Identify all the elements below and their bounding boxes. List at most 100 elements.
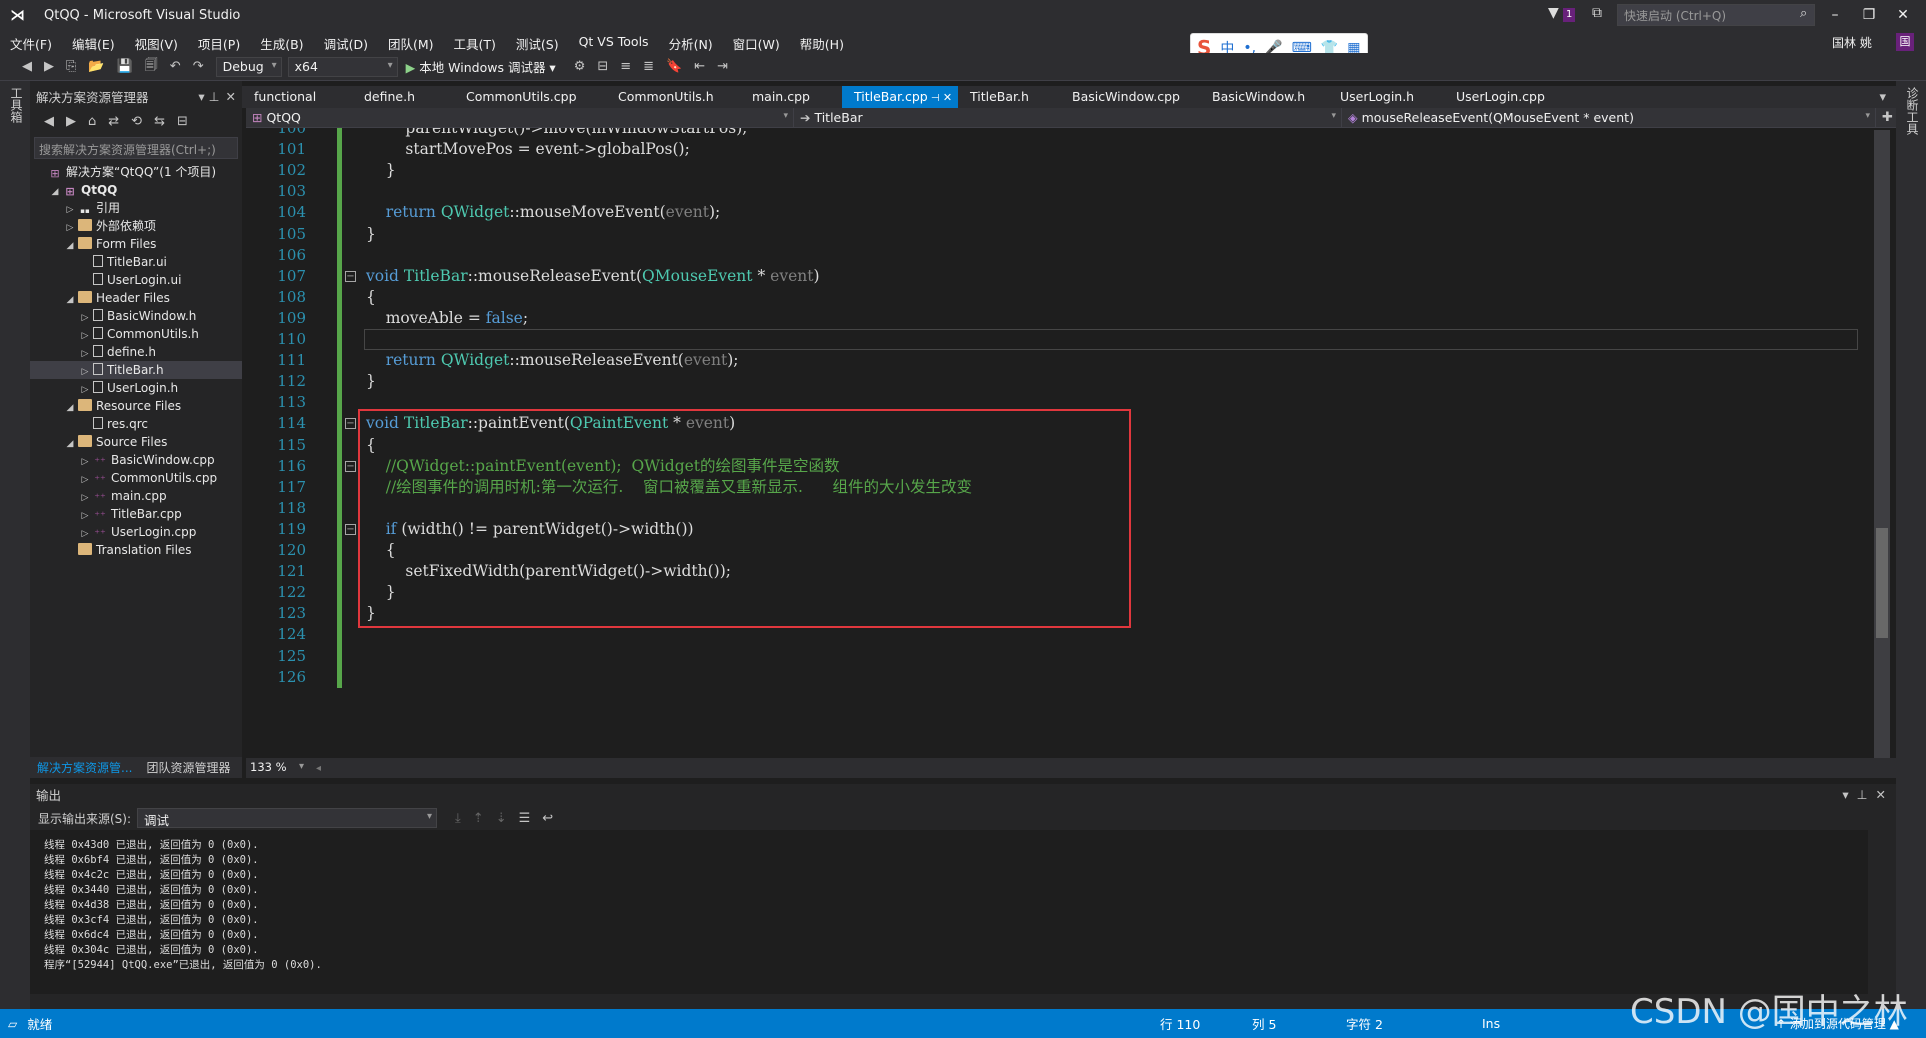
quick-launch-input[interactable]: 快速启动 (Ctrl+Q) — [1617, 4, 1815, 26]
tree-node[interactable]: ▷ ⁺⁺ CommonUtils.cpp — [30, 469, 242, 487]
menu-edit[interactable]: 编辑(E) — [62, 31, 125, 53]
tree-node[interactable]: ◢ Source Files — [30, 433, 242, 451]
menu-debug[interactable]: 调试(D) — [314, 31, 378, 53]
open-folder-icon[interactable]: 📂 — [88, 59, 104, 74]
start-debugging-button[interactable]: ▶ 本地 Windows 调试器 ▾ — [406, 57, 556, 76]
tree-node[interactable]: ▷ 外部依赖项 — [30, 217, 242, 235]
pin-icon[interactable]: ⊥ — [1857, 787, 1868, 802]
tab-solution-explorer[interactable]: 解决方案资源管... — [30, 756, 139, 779]
menu-test[interactable]: 测试(S) — [506, 31, 569, 53]
clear-all-icon[interactable]: ☰ — [519, 811, 531, 826]
new-project-icon[interactable]: ⎘ — [66, 59, 76, 74]
fold-toggle-icon[interactable]: − — [345, 270, 356, 282]
forward-icon[interactable]: ▶ — [66, 114, 76, 129]
home-icon[interactable]: ⌂ — [88, 114, 96, 129]
output-source-select[interactable]: 调试 — [137, 808, 438, 828]
comment-icon[interactable]: ≡ — [620, 59, 631, 74]
diagnostics-tab[interactable]: 诊断工具 — [1904, 87, 1921, 135]
tab-titlebar-h[interactable]: TitleBar.h — [958, 86, 1060, 108]
tree-node[interactable]: UserLogin.ui — [30, 271, 242, 289]
menu-help[interactable]: 帮助(H) — [790, 31, 854, 53]
menu-team[interactable]: 团队(M) — [378, 31, 444, 53]
menu-tools[interactable]: 工具(T) — [444, 31, 506, 53]
tab-commonutils-h[interactable]: CommonUtils.h — [606, 86, 740, 108]
code-editor[interactable]: 100 101 102 103 104 105 106 107 108 109 110 111 112 1… — [246, 128, 1878, 758]
find-message-icon[interactable]: ⤓ — [455, 811, 461, 826]
tab-main-cpp[interactable]: main.cpp — [740, 86, 842, 108]
fold-toggle-icon[interactable]: − — [345, 418, 356, 430]
tree-node[interactable]: ▷ TitleBar.h — [30, 361, 242, 379]
output-text[interactable]: 线程 0x43d0 已退出, 返回值为 0 (0x0). 线程 0x6bf4 已退… — [30, 830, 1868, 994]
tab-titlebar-cpp[interactable]: TitleBar.cpp ⊣ ✕ — [842, 86, 958, 108]
tree-node[interactable]: ◢ ⊞ QtQQ — [30, 181, 242, 199]
undo-icon[interactable]: ↶ — [170, 59, 181, 74]
sync-icon[interactable]: ⇆ — [154, 114, 165, 129]
prev-bookmark-icon[interactable]: ⇤ — [694, 59, 705, 74]
tree-node[interactable]: ▷ ⁺⁺ main.cpp — [30, 487, 242, 505]
platform-select[interactable]: x64 — [287, 56, 398, 77]
tree-node[interactable]: ▷ CommonUtils.h — [30, 325, 242, 343]
scroll-left-icon[interactable]: ◂ — [316, 763, 321, 774]
menu-view[interactable]: 视图(V) — [125, 31, 188, 53]
zoom-select[interactable]: 133 % — [246, 759, 308, 777]
solution-search-input[interactable]: 搜索解决方案资源管理器(Ctrl+;) — [34, 137, 238, 159]
tab-userlogin-h[interactable]: UserLogin.h — [1328, 86, 1444, 108]
configuration-select[interactable]: Debug — [215, 56, 282, 77]
close-panel-icon[interactable]: ✕ — [1876, 787, 1886, 802]
pin-icon[interactable]: ⊥ — [209, 89, 220, 104]
panel-menu-icon[interactable]: ▾ — [198, 89, 204, 104]
tree-node[interactable]: ⊞ 解决方案“QtQQ”(1 个项目) — [30, 163, 242, 181]
notification-filter-icon[interactable]: ▼ — [1548, 5, 1559, 21]
class-dropdown[interactable]: ➔ TitleBar — [794, 107, 1342, 128]
close-window-button[interactable]: ✕ — [1886, 2, 1920, 28]
panel-menu-icon[interactable]: ▾ — [1842, 787, 1848, 802]
split-editor-icon[interactable]: ✚ — [1882, 110, 1893, 125]
menu-file[interactable]: 文件(F) — [0, 31, 62, 53]
tree-node[interactable]: ◢ Form Files — [30, 235, 242, 253]
scrollbar-thumb[interactable] — [1876, 528, 1888, 638]
tree-node[interactable]: TitleBar.ui — [30, 253, 242, 271]
feedback-icon[interactable]: ⧉ — [1592, 5, 1602, 21]
save-all-icon[interactable]: 🗐 — [145, 56, 158, 78]
tree-node[interactable]: ▷ ⁺⁺ UserLogin.cpp — [30, 523, 242, 541]
redo-icon[interactable]: ↷ — [193, 59, 204, 74]
back-icon[interactable]: ◀ — [44, 114, 54, 129]
tab-basicwindow-h[interactable]: BasicWindow.h — [1200, 86, 1328, 108]
tree-node[interactable]: res.qrc — [30, 415, 242, 433]
save-icon[interactable]: 💾 — [117, 59, 133, 74]
fold-toggle-icon[interactable]: − — [345, 523, 356, 535]
tab-overflow-icon[interactable]: ▾ — [1879, 90, 1886, 105]
menu-qt-vs-tools[interactable]: Qt VS Tools — [569, 31, 659, 53]
toolbox-tab[interactable]: 工具箱 — [8, 87, 25, 123]
bookmark-icon[interactable]: 🔖 — [666, 59, 682, 74]
debug-process-icon[interactable]: ⚙ — [574, 59, 586, 74]
close-panel-icon[interactable]: ✕ — [226, 89, 236, 104]
user-name[interactable]: 国林 姚 — [1832, 34, 1872, 51]
close-tab-icon[interactable]: ✕ — [943, 91, 952, 104]
find-in-files-icon[interactable]: ⊟ — [597, 59, 608, 74]
project-dropdown[interactable]: ⊞ QtQQ — [246, 107, 794, 128]
collapse-all-icon[interactable]: ⊟ — [177, 114, 188, 129]
next-bookmark-icon[interactable]: ⇥ — [717, 59, 728, 74]
prev-message-icon[interactable]: ⇡ — [473, 811, 484, 826]
tree-node[interactable]: ◢ Header Files — [30, 289, 242, 307]
tree-node[interactable]: ▷ define.h — [30, 343, 242, 361]
search-icon[interactable]: ⌕ — [1800, 6, 1807, 21]
minimize-button[interactable]: – — [1818, 2, 1852, 28]
switch-views-icon[interactable]: ⇄ — [108, 114, 119, 129]
tab-team-explorer[interactable]: 团队资源管理器 — [139, 756, 237, 779]
menu-window[interactable]: 窗口(W) — [723, 31, 790, 53]
notification-badge[interactable]: 1 — [1563, 8, 1576, 22]
tree-node[interactable]: ▷ BasicWindow.h — [30, 307, 242, 325]
tab-userlogin-cpp[interactable]: UserLogin.cpp — [1444, 86, 1576, 108]
menu-analyze[interactable]: 分析(N) — [659, 31, 723, 53]
back-icon[interactable]: ◀ — [22, 59, 32, 74]
word-wrap-icon[interactable]: ↩ — [542, 811, 553, 826]
member-dropdown[interactable]: ◈ mouseReleaseEvent(QMouseEvent * event) — [1342, 107, 1876, 128]
forward-icon[interactable]: ▶ — [44, 59, 54, 74]
tree-node[interactable]: ▷ ⁺⁺ TitleBar.cpp — [30, 505, 242, 523]
fold-toggle-icon[interactable]: − — [345, 460, 356, 472]
tab-commonutils-cpp[interactable]: CommonUtils.cpp — [454, 86, 606, 108]
menu-project[interactable]: 项目(P) — [188, 31, 250, 53]
next-message-icon[interactable]: ⇣ — [496, 811, 507, 826]
